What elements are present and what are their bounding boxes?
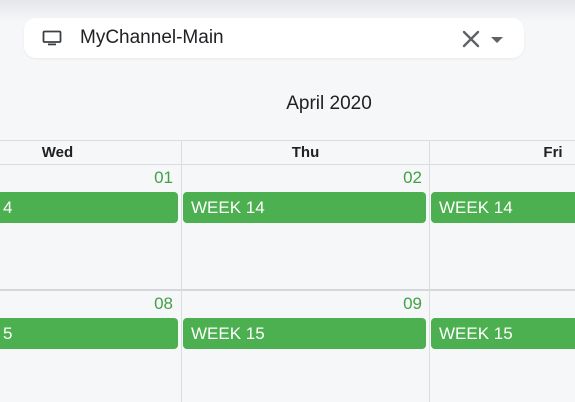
day-number[interactable]: 09	[182, 294, 422, 314]
calendar-event[interactable]: 5	[0, 318, 178, 349]
column-divider	[429, 141, 430, 402]
day-number[interactable]: 08	[0, 294, 173, 314]
calendar-event[interactable]: 4	[0, 192, 178, 223]
calendar-event[interactable]: WEEK 14	[183, 192, 426, 223]
chevron-down-icon[interactable]	[491, 37, 503, 43]
day-header-thu: Thu	[291, 144, 320, 161]
calendar-event[interactable]: WEEK 15	[431, 318, 575, 349]
day-header-fri: Fri	[543, 144, 563, 161]
channel-selector[interactable]: MyChannel-Main	[24, 18, 524, 58]
day-number[interactable]: 01	[0, 168, 173, 188]
day-number[interactable]: 02	[182, 168, 422, 188]
week-divider-line	[0, 289, 575, 291]
calendar-event[interactable]: WEEK 14	[431, 192, 575, 223]
calendar-event[interactable]: WEEK 15	[183, 318, 426, 349]
channel-selector-value: MyChannel-Main	[80, 27, 224, 48]
monitor-icon	[42, 30, 62, 46]
close-icon[interactable]	[462, 30, 480, 48]
month-title: April 2020	[286, 93, 372, 114]
day-header-wed: Wed	[41, 144, 74, 161]
